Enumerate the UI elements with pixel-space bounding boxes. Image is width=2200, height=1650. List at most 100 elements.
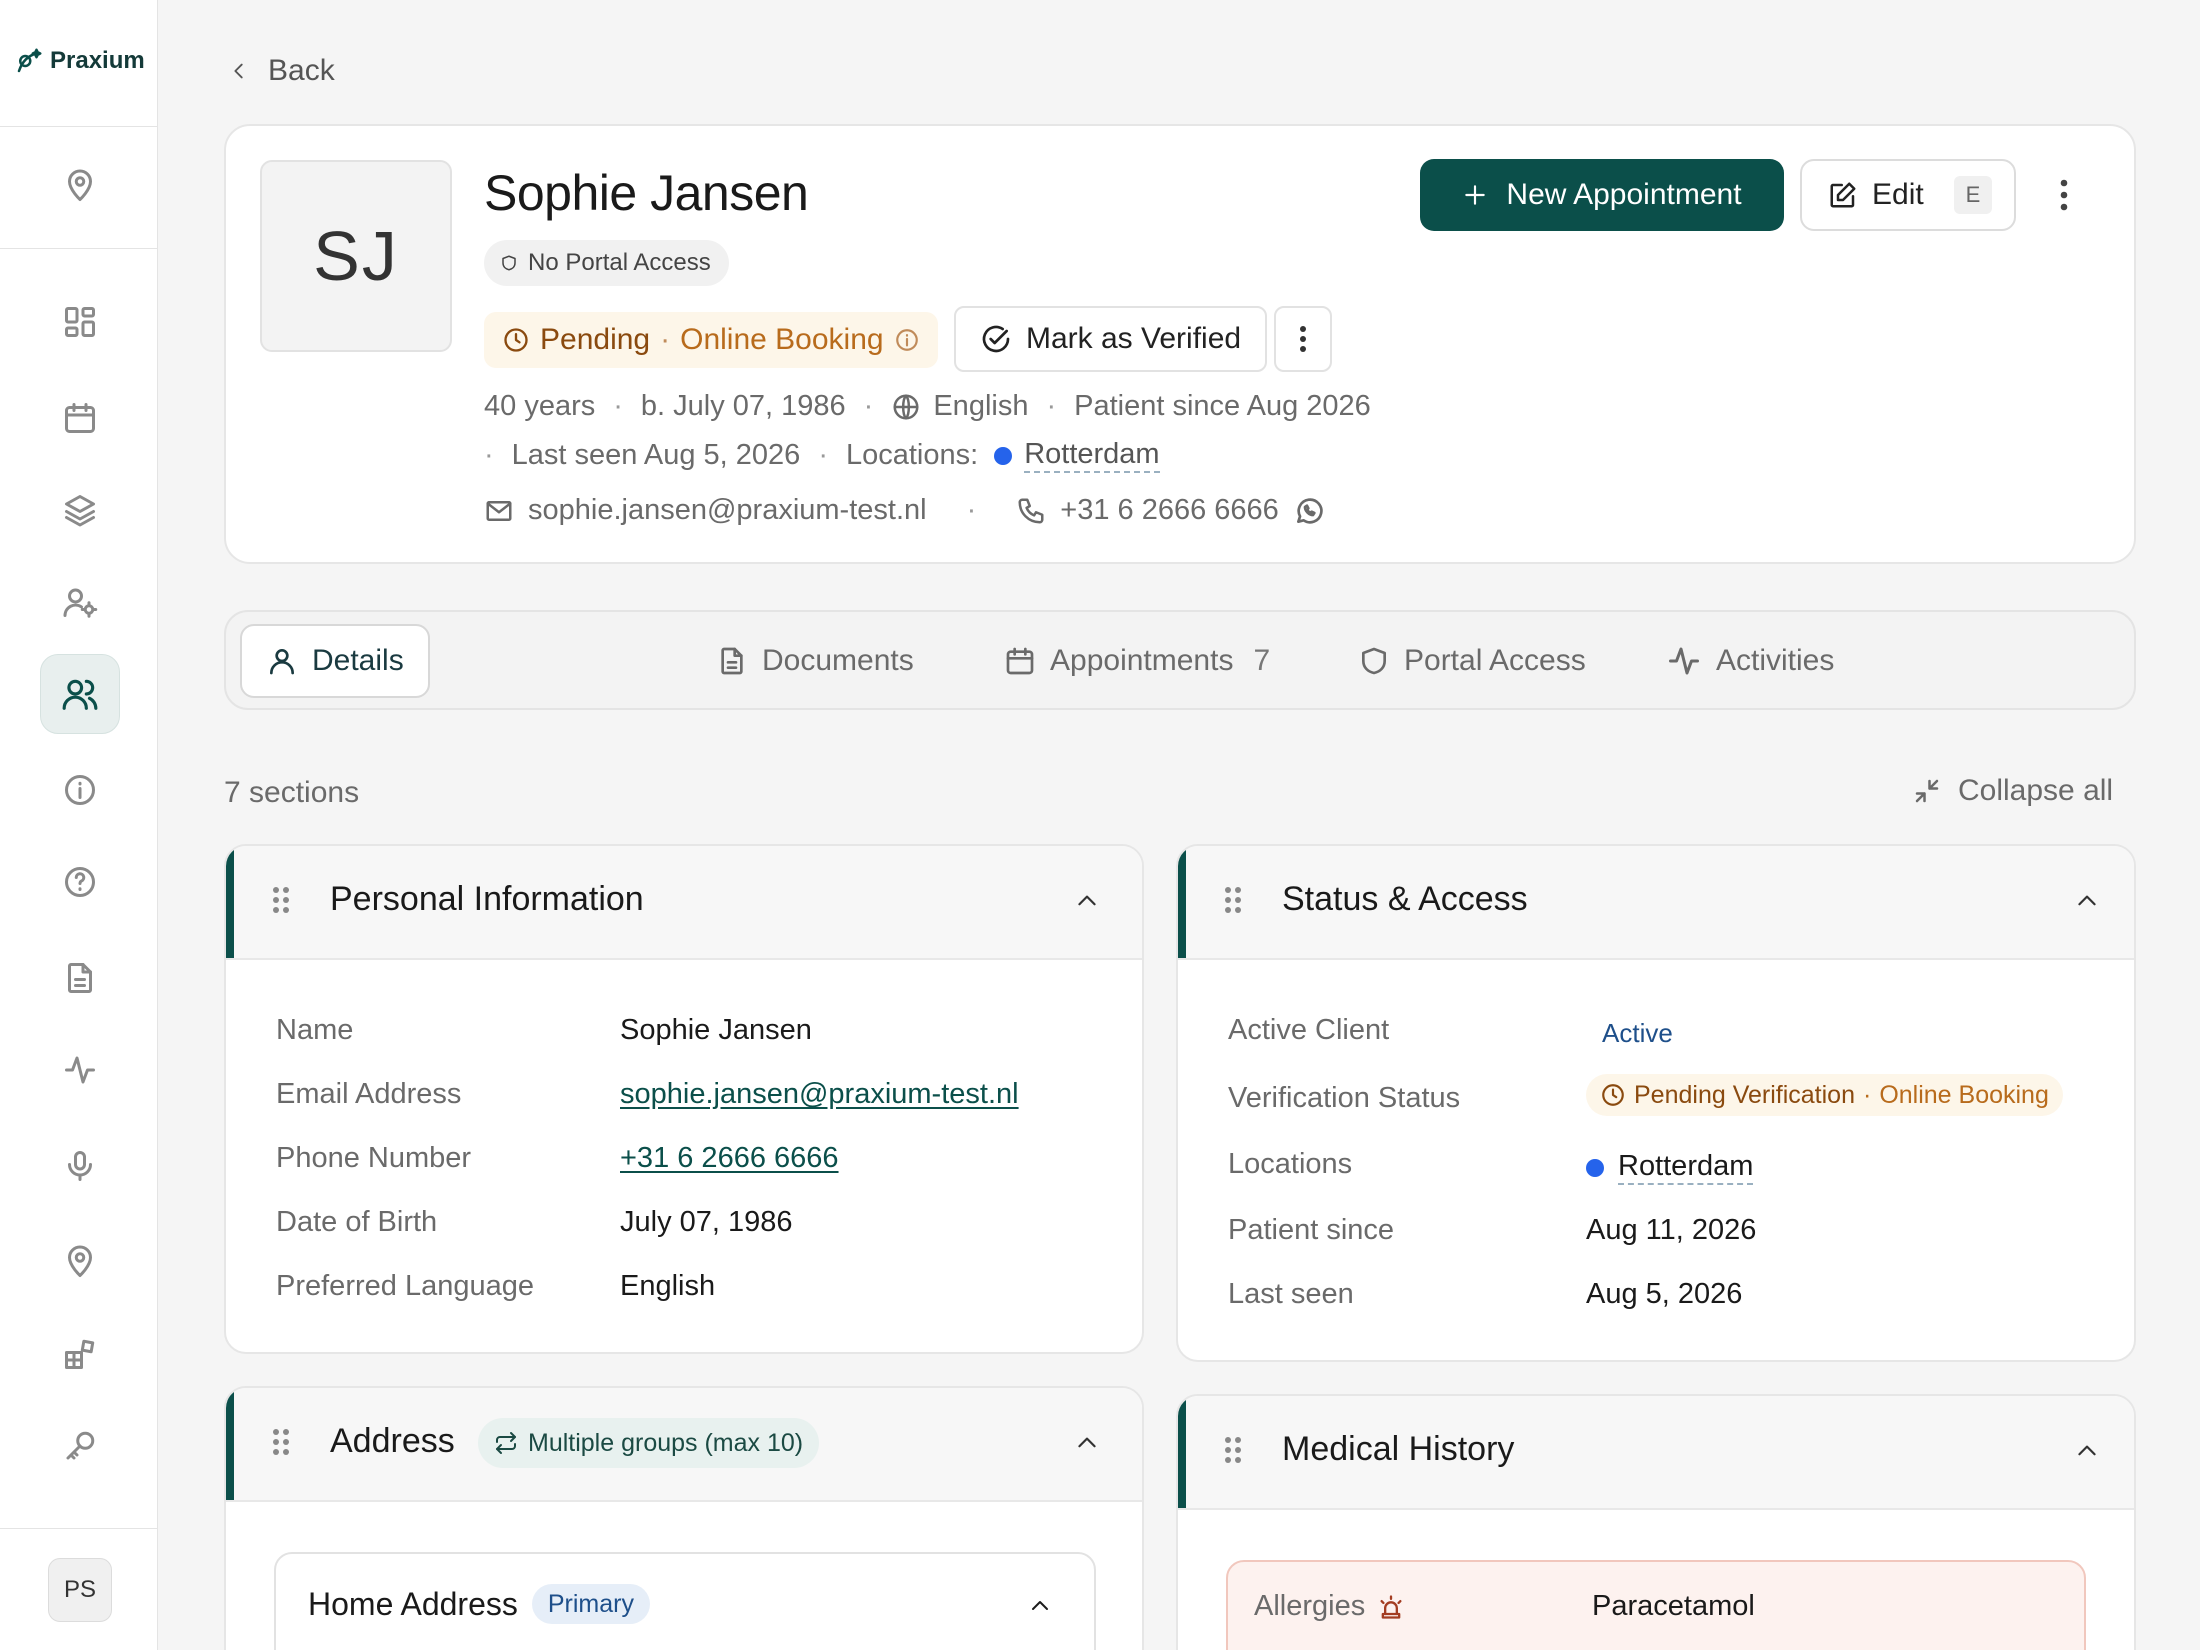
sidebar-apps-icon[interactable]	[40, 1314, 120, 1394]
sidebar-layers-icon[interactable]	[40, 470, 120, 550]
check-circle-icon	[982, 325, 1010, 353]
tab-documents[interactable]: Documents	[692, 624, 938, 698]
edit-label: Edit	[1872, 178, 1924, 211]
sidebar-patients-icon[interactable]	[40, 654, 120, 734]
status-label: Pending	[540, 323, 651, 356]
file-text-icon	[721, 647, 743, 675]
tab-label: Portal Access	[1404, 644, 1586, 677]
allergies-label-group: Allergies	[1254, 1590, 1405, 1623]
status-source: Online Booking	[680, 323, 884, 356]
home-address-subcard: Home Address Primary	[274, 1552, 1096, 1650]
user-avatar[interactable]: PS	[48, 1558, 112, 1622]
field-value: Aug 11, 2026	[1586, 1214, 1757, 1246]
field-label: Name	[276, 1014, 354, 1046]
mark-verified-button[interactable]: Mark as Verified	[954, 306, 1268, 372]
back-link[interactable]: Back	[228, 54, 335, 88]
meta-separator: ·	[818, 439, 828, 471]
minimize-icon	[1915, 779, 1939, 803]
card-header[interactable]: Status & Access	[1178, 846, 2134, 960]
field-label: Locations	[1228, 1148, 1353, 1180]
patient-meta-line-2: · Last seen Aug 5, 2026 · Locations: Rot…	[484, 438, 1160, 473]
phone-link[interactable]: +31 6 2666 6666	[620, 1142, 839, 1175]
shield-icon	[502, 255, 516, 271]
app-logo[interactable]: Praxium	[14, 46, 145, 76]
patient-location[interactable]: Rotterdam	[1024, 438, 1160, 473]
accent-bar	[226, 846, 234, 958]
chevron-up-icon[interactable]	[2074, 888, 2100, 914]
sidebar-user-settings-icon[interactable]	[40, 562, 120, 642]
allergies-row: Allergies Paracetamol	[1226, 1560, 2086, 1650]
status-more-button[interactable]	[1274, 306, 1332, 372]
allergies-label: Allergies	[1254, 1590, 1366, 1622]
chevron-up-icon[interactable]	[1074, 1430, 1100, 1456]
active-status: Active	[1602, 1018, 1673, 1048]
clock-icon	[1602, 1084, 1624, 1106]
sidebar-key-icon[interactable]	[40, 1406, 120, 1486]
patient-email[interactable]: sophie.jansen@praxium-test.nl	[528, 494, 927, 527]
card-header[interactable]: Address Multiple groups (max 10)	[226, 1388, 1142, 1502]
sidebar-microphone-icon[interactable]	[40, 1126, 120, 1206]
patient-tabs: Details Documents Appointments 7 Portal …	[224, 610, 2136, 710]
location-name[interactable]: Rotterdam	[1618, 1150, 1754, 1185]
address-card: Address Multiple groups (max 10) Home Ad…	[224, 1386, 1144, 1650]
patient-phone[interactable]: +31 6 2666 6666	[1060, 494, 1279, 527]
verification-source: Online Booking	[1879, 1080, 2049, 1109]
edit-button[interactable]: Edit E	[1800, 159, 2016, 231]
sidebar-dashboard-icon[interactable]	[40, 282, 120, 362]
meta-separator: ·	[484, 439, 494, 471]
sidebar-document-icon[interactable]	[40, 938, 120, 1018]
drag-handle-icon[interactable]	[1224, 1436, 1242, 1464]
tab-activities[interactable]: Activities	[1642, 624, 1858, 698]
tab-portal-access[interactable]: Portal Access	[1334, 624, 1610, 698]
collapse-all-button[interactable]: Collapse all	[1912, 774, 2113, 808]
status-separator: ·	[660, 323, 671, 356]
verification-status: Pending Verification	[1634, 1080, 1855, 1109]
tab-label: Details	[312, 644, 404, 677]
activity-icon	[1669, 647, 1699, 675]
tab-details[interactable]: Details	[240, 624, 430, 698]
field-label: Verification Status	[1228, 1082, 1461, 1114]
edit-shortcut: E	[1954, 176, 1992, 214]
card-header[interactable]: Medical History	[1178, 1396, 2134, 1510]
allergies-value: Paracetamol	[1592, 1590, 1755, 1622]
sidebar-help-icon[interactable]	[40, 842, 120, 922]
phone-icon	[1018, 498, 1044, 523]
sidebar: Praxium PS	[0, 0, 158, 1650]
info-icon[interactable]	[894, 327, 920, 353]
patient-meta-line-1: 40 years · b. July 07, 1986 · English · …	[484, 390, 1371, 423]
sidebar-activity-icon[interactable]	[40, 1030, 120, 1110]
field-label: Patient since	[1228, 1214, 1395, 1246]
chevron-left-icon	[234, 63, 243, 79]
meta-separator: ·	[966, 494, 977, 526]
header-more-button[interactable]	[2044, 170, 2084, 220]
primary-badge: Primary	[531, 1584, 650, 1624]
whatsapp-icon[interactable]	[1293, 495, 1325, 527]
drag-handle-icon[interactable]	[272, 1428, 290, 1456]
new-appointment-button[interactable]: New Appointment	[1420, 159, 1784, 231]
tab-label: Appointments	[1050, 644, 1234, 677]
chevron-up-icon[interactable]	[1074, 888, 1100, 914]
tab-appointments[interactable]: Appointments 7	[980, 624, 1294, 698]
drag-handle-icon[interactable]	[272, 886, 290, 914]
sidebar-location-icon[interactable]	[40, 146, 120, 226]
verification-badge: Pending Verification · Online Booking	[1586, 1074, 2063, 1116]
sidebar-calendar-icon[interactable]	[40, 378, 120, 458]
accent-bar	[226, 1388, 234, 1500]
field-label: Last seen	[1228, 1278, 1354, 1310]
card-title: Personal Information	[330, 880, 644, 918]
tab-label: Documents	[762, 644, 914, 677]
accent-bar	[1178, 846, 1186, 958]
chevron-up-icon[interactable]	[1028, 1594, 1052, 1618]
app-name: Praxium	[50, 47, 145, 74]
card-title: Medical History	[1282, 1430, 1515, 1468]
email-link[interactable]: sophie.jansen@praxium-test.nl	[620, 1078, 1019, 1111]
card-header[interactable]: Personal Information	[226, 846, 1142, 960]
sidebar-info-icon[interactable]	[40, 750, 120, 830]
drag-handle-icon[interactable]	[1224, 886, 1242, 914]
sidebar-pin-icon[interactable]	[40, 1222, 120, 1302]
patient-contact-line: sophie.jansen@praxium-test.nl · +31 6 26…	[484, 494, 1325, 527]
shield-icon	[1362, 647, 1386, 675]
chevron-up-icon[interactable]	[2074, 1438, 2100, 1464]
field-label: Phone Number	[276, 1142, 472, 1174]
home-address-header[interactable]: Home Address Primary	[308, 1584, 650, 1624]
